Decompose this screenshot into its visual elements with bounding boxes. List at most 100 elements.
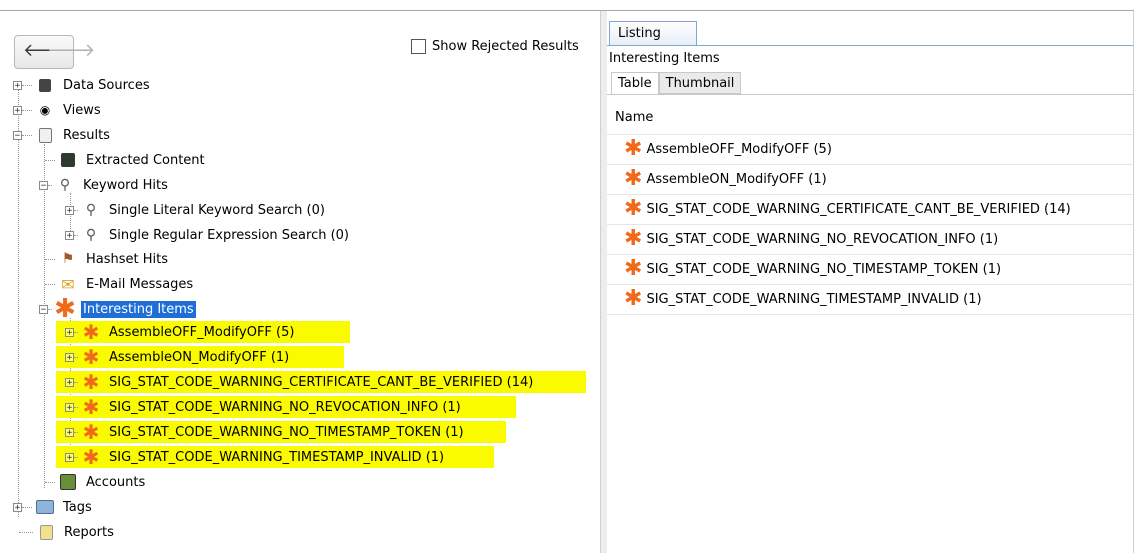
tree-item-accounts[interactable]: Accounts bbox=[45, 471, 147, 493]
eye-icon: ◉ bbox=[39, 103, 51, 117]
row-label: AssembleON_ModifyOFF (1) bbox=[646, 171, 827, 187]
tree-label: SIG_STAT_CODE_WARNING_TIMESTAMP_INVALID … bbox=[109, 449, 445, 465]
tree-item-interesting-child[interactable]: + ✱ SIG_STAT_CODE_WARNING_CERTIFICATE_CA… bbox=[56, 371, 586, 393]
expand-icon[interactable]: + bbox=[65, 377, 74, 387]
row-label: SIG_STAT_CODE_WARNING_CERTIFICATE_CANT_B… bbox=[646, 201, 1071, 217]
tree-item-interesting-child[interactable]: + ✱ SIG_STAT_CODE_WARNING_NO_REVOCATION_… bbox=[56, 396, 516, 418]
tree-item-interesting-child[interactable]: + ✱ AssembleON_ModifyOFF (1) bbox=[56, 346, 344, 368]
table-row[interactable]: ✱ SIG_STAT_CODE_WARNING_NO_TIMESTAMP_TOK… bbox=[624, 258, 1001, 280]
collapse-icon[interactable]: − bbox=[39, 180, 48, 190]
asterisk-icon: ✱ bbox=[82, 445, 100, 469]
table-row[interactable]: ✱ SIG_STAT_CODE_WARNING_TIMESTAMP_INVALI… bbox=[624, 288, 982, 310]
collapse-icon[interactable]: − bbox=[13, 130, 22, 140]
tree-item-interesting-child[interactable]: + ✱ AssembleOFF_ModifyOFF (5) bbox=[56, 321, 350, 343]
expand-icon[interactable]: + bbox=[65, 352, 74, 362]
expand-icon[interactable]: + bbox=[13, 80, 22, 90]
expand-icon[interactable]: + bbox=[65, 327, 74, 337]
view-tabs: Table Thumbnail bbox=[611, 72, 742, 94]
tab-underline bbox=[607, 45, 1134, 46]
tree-item-reports[interactable]: Reports bbox=[19, 521, 116, 543]
tree-item-email-messages[interactable]: ✉ E-Mail Messages bbox=[45, 273, 195, 295]
row-separator bbox=[607, 254, 1134, 255]
row-separator bbox=[607, 164, 1134, 165]
row-separator bbox=[607, 194, 1134, 195]
tree-item-keyword-hits[interactable]: − ⚲ Keyword Hits bbox=[39, 174, 170, 196]
tree-label: AssembleON_ModifyOFF (1) bbox=[109, 349, 290, 365]
asterisk-icon: ✱ bbox=[82, 420, 100, 444]
asterisk-icon: ✱ bbox=[624, 166, 643, 191]
row-label: SIG_STAT_CODE_WARNING_TIMESTAMP_INVALID … bbox=[646, 291, 982, 307]
tree-label: Results bbox=[63, 127, 110, 143]
tabs-underline bbox=[607, 94, 1134, 95]
expand-icon[interactable]: + bbox=[13, 105, 22, 115]
asterisk-icon: ✱ bbox=[82, 370, 100, 394]
table-row[interactable]: ✱ SIG_STAT_CODE_WARNING_CERTIFICATE_CANT… bbox=[624, 198, 1071, 220]
envelope-icon: ✉ bbox=[61, 274, 75, 294]
table-row[interactable]: ✱ AssembleOFF_ModifyOFF (5) bbox=[624, 138, 832, 160]
row-separator bbox=[607, 314, 1134, 315]
nav-buttons: 🡐 🡒 bbox=[14, 35, 95, 69]
row-separator bbox=[607, 284, 1134, 285]
tree-item-views[interactable]: + ◉ Views bbox=[13, 99, 103, 121]
tree-item-data-sources[interactable]: + Data Sources bbox=[13, 74, 152, 96]
tree-item-single-regex[interactable]: + ⚲ Single Regular Expression Search (0) bbox=[65, 224, 351, 246]
reports-icon bbox=[37, 523, 55, 541]
row-label: SIG_STAT_CODE_WARNING_NO_TIMESTAMP_TOKEN… bbox=[646, 261, 1002, 277]
magnifier-icon: ⚲ bbox=[85, 227, 97, 243]
show-rejected-toggle[interactable]: Show Rejected Results bbox=[411, 39, 579, 54]
tree-item-interesting-child[interactable]: + ✱ SIG_STAT_CODE_WARNING_TIMESTAMP_INVA… bbox=[56, 446, 494, 468]
expand-icon[interactable]: + bbox=[65, 452, 74, 462]
tab-listing[interactable]: Listing bbox=[609, 21, 697, 45]
asterisk-icon: ✱ bbox=[624, 256, 643, 281]
tree-item-single-literal[interactable]: + ⚲ Single Literal Keyword Search (0) bbox=[65, 199, 327, 221]
magnifier-icon: ⚲ bbox=[59, 177, 71, 193]
tree-item-interesting-child[interactable]: + ✱ SIG_STAT_CODE_WARNING_NO_TIMESTAMP_T… bbox=[56, 421, 506, 443]
directory-tree-pane: 🡐 🡒 Show Rejected Results + Data Sources… bbox=[0, 11, 598, 553]
accounts-icon bbox=[59, 473, 77, 491]
disk-icon bbox=[36, 76, 54, 94]
tree-line bbox=[18, 87, 19, 517]
tree-label: AssembleOFF_ModifyOFF (5) bbox=[109, 324, 295, 340]
expand-icon[interactable]: + bbox=[65, 427, 74, 437]
show-rejected-checkbox[interactable] bbox=[411, 39, 426, 54]
pin-icon: ⚑ bbox=[61, 251, 75, 267]
tree-label: Data Sources bbox=[63, 77, 150, 93]
collapse-icon[interactable]: − bbox=[39, 304, 48, 314]
magnifier-icon: ⚲ bbox=[85, 202, 97, 218]
tree-label: Single Regular Expression Search (0) bbox=[109, 227, 349, 243]
expand-icon[interactable]: + bbox=[65, 205, 74, 215]
asterisk-icon: ✱ bbox=[82, 345, 100, 369]
results-document-icon bbox=[36, 126, 54, 144]
tree-label: SIG_STAT_CODE_WARNING_NO_REVOCATION_INFO… bbox=[109, 399, 461, 415]
expand-icon[interactable]: + bbox=[13, 502, 22, 512]
listing-subtitle: Interesting Items bbox=[609, 51, 720, 66]
expand-icon[interactable]: + bbox=[65, 230, 74, 240]
tree-label: E-Mail Messages bbox=[86, 276, 194, 292]
table-row[interactable]: ✱ AssembleON_ModifyOFF (1) bbox=[624, 168, 827, 190]
tab-thumbnail[interactable]: Thumbnail bbox=[658, 72, 742, 94]
listing-pane: Listing Interesting Items Table Thumbnai… bbox=[607, 11, 1134, 553]
tree-item-interesting-items[interactable]: − ✱ Interesting Items bbox=[39, 296, 196, 322]
column-header-name[interactable]: Name bbox=[615, 110, 653, 125]
row-label: SIG_STAT_CODE_WARNING_NO_REVOCATION_INFO… bbox=[646, 231, 999, 247]
tree-label: SIG_STAT_CODE_WARNING_NO_TIMESTAMP_TOKEN… bbox=[109, 424, 464, 440]
tree-label: Views bbox=[63, 102, 101, 118]
expand-icon[interactable]: + bbox=[65, 402, 74, 412]
asterisk-icon: ✱ bbox=[624, 136, 643, 161]
extracted-content-icon bbox=[59, 151, 77, 169]
tab-table[interactable]: Table bbox=[611, 72, 659, 94]
tree-item-results[interactable]: − Results bbox=[13, 124, 112, 146]
tree-label: Single Literal Keyword Search (0) bbox=[109, 202, 325, 218]
tree-label: Tags bbox=[63, 499, 92, 515]
forward-arrow-icon[interactable]: 🡒 bbox=[47, 41, 95, 61]
tree-label: Interesting Items bbox=[81, 300, 196, 318]
tree-item-extracted-content[interactable]: Extracted Content bbox=[45, 149, 207, 171]
tree-item-tags[interactable]: + Tags bbox=[13, 496, 94, 518]
tree-label: Keyword Hits bbox=[83, 177, 168, 193]
show-rejected-label: Show Rejected Results bbox=[432, 39, 579, 54]
tree-item-hashset-hits[interactable]: ⚑ Hashset Hits bbox=[45, 248, 170, 270]
asterisk-icon: ✱ bbox=[82, 395, 100, 419]
table-row[interactable]: ✱ SIG_STAT_CODE_WARNING_NO_REVOCATION_IN… bbox=[624, 228, 998, 250]
tree-label: Accounts bbox=[86, 474, 146, 490]
tree-label: SIG_STAT_CODE_WARNING_CERTIFICATE_CANT_B… bbox=[109, 374, 534, 390]
